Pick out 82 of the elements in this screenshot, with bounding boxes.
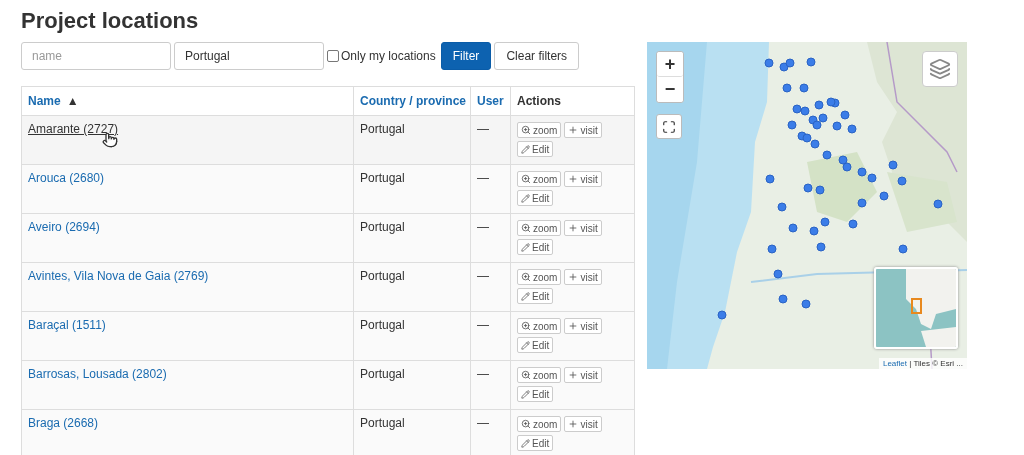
zoom-button[interactable]: zoom	[517, 269, 562, 285]
visit-button[interactable]: visit	[564, 220, 602, 236]
plus-icon	[568, 223, 579, 233]
zoom-in-icon	[521, 419, 531, 429]
fullscreen-icon	[662, 119, 676, 134]
table-cell: Portugal	[360, 318, 405, 332]
table-cell: —	[477, 122, 489, 136]
pencil-icon	[521, 193, 530, 203]
country-field[interactable]: Portugal	[174, 42, 324, 70]
pencil-icon	[521, 291, 530, 301]
layers-icon	[929, 58, 951, 80]
table-cell: —	[477, 171, 489, 185]
zoom-button[interactable]: zoom	[517, 367, 562, 383]
location-link[interactable]: Braga (2668)	[28, 416, 99, 430]
zoom-in-icon	[521, 125, 531, 135]
zoom-button[interactable]: zoom	[517, 220, 562, 236]
filter-button[interactable]: Filter	[440, 42, 492, 70]
table-cell: —	[477, 318, 489, 332]
pencil-icon	[521, 340, 530, 350]
table-cell: Portugal	[360, 367, 405, 381]
plus-icon	[568, 125, 579, 135]
fullscreen-button[interactable]	[656, 114, 682, 139]
zoom-in-icon	[521, 174, 531, 184]
location-link[interactable]: Amarante (2727)	[28, 122, 119, 136]
plus-icon	[568, 272, 579, 282]
edit-button[interactable]: Edit	[517, 288, 554, 304]
visit-button[interactable]: visit	[564, 269, 602, 285]
plus-icon	[568, 419, 579, 429]
table-cell: —	[477, 220, 489, 234]
sort-indicator: ▲	[66, 94, 79, 108]
zoom-button[interactable]: zoom	[517, 318, 562, 334]
name-field[interactable]: name	[21, 42, 171, 70]
plus-icon	[568, 370, 579, 380]
layers-button[interactable]	[922, 51, 958, 87]
visit-button[interactable]: visit	[564, 416, 602, 432]
leaflet-link[interactable]: Leaflet	[882, 359, 907, 368]
table-cell: —	[477, 367, 489, 381]
edit-button[interactable]: Edit	[517, 141, 554, 157]
zoom-in-icon	[521, 223, 531, 233]
column-header[interactable]: Name	[28, 94, 61, 108]
table-cell: Portugal	[360, 269, 405, 283]
zoom-in-button[interactable]: +	[657, 52, 683, 77]
plus-icon	[568, 174, 579, 184]
table-cell: Portugal	[360, 171, 405, 185]
column-header: Actions	[517, 94, 561, 108]
visit-button[interactable]: visit	[564, 318, 602, 334]
visit-button[interactable]: visit	[564, 122, 602, 138]
page-title: Project locations	[21, 8, 200, 34]
visit-button[interactable]: visit	[564, 171, 602, 187]
location-link[interactable]: Baraçal (1511)	[28, 318, 106, 332]
pencil-icon	[521, 144, 530, 154]
edit-button[interactable]: Edit	[517, 386, 554, 402]
attribution-text: | Tiles © Esri ...	[909, 359, 963, 368]
table-cell: —	[477, 416, 489, 430]
column-header[interactable]: User	[477, 94, 504, 108]
location-link[interactable]: Avintes, Vila Nova de Gaia (2769)	[28, 269, 209, 283]
table-cell: Portugal	[360, 416, 405, 430]
edit-button[interactable]: Edit	[517, 435, 554, 451]
zoom-in-icon	[521, 321, 531, 331]
table-cell: —	[477, 269, 489, 283]
table-cell: Portugal	[360, 220, 405, 234]
plus-icon	[568, 321, 579, 331]
edit-button[interactable]: Edit	[517, 239, 554, 255]
checkbox[interactable]	[327, 50, 339, 62]
zoom-in-icon	[521, 272, 531, 282]
location-link[interactable]: Arouca (2680)	[28, 171, 105, 185]
location-link[interactable]: Barrosas, Lousada (2802)	[28, 367, 167, 381]
edit-button[interactable]: Edit	[517, 190, 554, 206]
location-link[interactable]: Aveiro (2694)	[28, 220, 100, 234]
zoom-button[interactable]: zoom	[517, 122, 562, 138]
pencil-icon	[521, 242, 530, 252]
pencil-icon	[521, 389, 530, 399]
pencil-icon	[521, 438, 530, 448]
zoom-button[interactable]: zoom	[517, 171, 562, 187]
table-cell: Portugal	[360, 122, 405, 136]
zoom-in-icon	[521, 370, 531, 380]
column-header[interactable]: Country / province	[360, 94, 466, 108]
clear-filters-button[interactable]: Clear filters	[494, 42, 580, 70]
zoom-button[interactable]: zoom	[517, 416, 562, 432]
checkbox-label: Only my locations	[341, 49, 436, 63]
visit-button[interactable]: visit	[564, 367, 602, 383]
edit-button[interactable]: Edit	[517, 337, 554, 353]
